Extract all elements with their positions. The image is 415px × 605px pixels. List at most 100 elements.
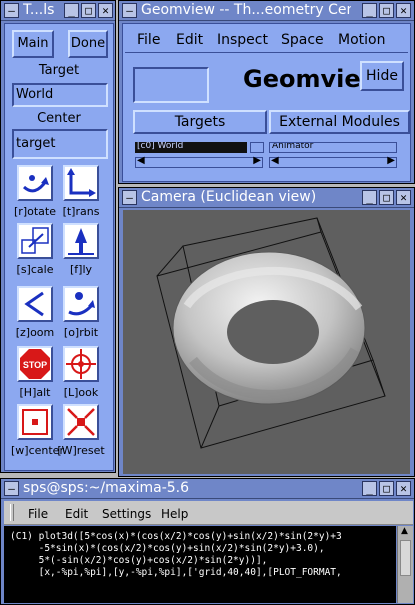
tool-caption: [o]rbit: [63, 326, 99, 339]
terminal-grip: [10, 504, 14, 521]
camera-titlebar[interactable]: – Camera (Euclidean view) _ □ ✕: [119, 188, 414, 208]
minimize-icon[interactable]: _: [64, 3, 79, 18]
tool-fly-button[interactable]: [63, 223, 99, 259]
maximize-icon[interactable]: □: [379, 190, 394, 205]
torus-surface: [172, 251, 366, 405]
hide-button[interactable]: Hide: [360, 61, 404, 91]
tool-look-button[interactable]: [63, 346, 99, 382]
modules-hscrollbar[interactable]: ◀ ▶: [269, 155, 397, 168]
maximize-icon[interactable]: □: [379, 481, 394, 496]
reset-icon: [65, 408, 97, 442]
tool-translate-button[interactable]: [63, 165, 99, 201]
tool-caption: [W]reset: [57, 444, 105, 457]
terminal-titlebar[interactable]: – sps@sps:~/maxima-5.6 _ □ ✕: [1, 479, 414, 499]
terminal-title: sps@sps:~/maxima-5.6: [23, 480, 190, 496]
geomview-title: Geomview -- Th...eometry Center: [141, 2, 351, 18]
menu-space[interactable]: Space: [281, 32, 324, 48]
scroll-left-icon[interactable]: ◀: [271, 155, 279, 166]
terminal-line: (C1) plot3d([5*cos(x)*(cos(x/2)*cos(y)+s…: [10, 531, 342, 542]
tab-external-modules[interactable]: External Modules: [269, 110, 410, 134]
tool-orbit-button[interactable]: [63, 286, 99, 322]
tool-reset-button[interactable]: [63, 404, 99, 440]
scroll-up-icon[interactable]: ▲: [401, 526, 408, 536]
terminal-output[interactable]: (C1) plot3d([5*cos(x)*(cos(x/2)*cos(y)+s…: [4, 526, 396, 603]
translate-icon: [65, 168, 97, 203]
window-menu-icon[interactable]: –: [4, 481, 19, 496]
scroll-right-icon[interactable]: ▶: [387, 155, 395, 166]
terminal-menubar: File Edit Settings Help: [4, 501, 413, 525]
tool-caption: [H]alt: [19, 386, 51, 399]
tool-caption: [s]cale: [16, 263, 54, 276]
camera-window: – Camera (Euclidean view) _ □ ✕: [118, 187, 415, 477]
close-icon[interactable]: ✕: [396, 481, 411, 496]
targets-list-selected: [c0] World: [137, 142, 184, 151]
camera-viewport[interactable]: [123, 210, 410, 474]
modules-list-item: Animator: [272, 142, 314, 151]
svg-text:STOP: STOP: [23, 360, 47, 370]
target-label: Target: [38, 63, 80, 78]
terminal-menu-file[interactable]: File: [28, 507, 48, 521]
rotate-icon: [19, 175, 51, 203]
main-button[interactable]: Main: [12, 30, 54, 58]
scroll-thumb[interactable]: [400, 540, 411, 576]
targets-list-scroll-button[interactable]: [250, 142, 264, 153]
maximize-icon[interactable]: □: [81, 3, 96, 18]
close-icon[interactable]: ✕: [396, 190, 411, 205]
zoom-icon: [19, 291, 51, 324]
terminal-line: 5*(-sin(x/2)*cos(y)+cos(x/2)*sin(2*y))],: [10, 555, 268, 566]
scroll-left-icon[interactable]: ◀: [137, 155, 145, 166]
close-icon[interactable]: ✕: [396, 3, 411, 18]
tools-titlebar[interactable]: – T...ls _ □ ✕: [1, 1, 115, 21]
maximize-icon[interactable]: □: [379, 3, 394, 18]
center-field[interactable]: target: [12, 129, 108, 159]
target-field[interactable]: World: [12, 83, 108, 107]
tool-caption: [t]rans: [62, 205, 100, 218]
camera-title: Camera (Euclidean view): [141, 189, 317, 205]
torus-scene: [156, 217, 386, 449]
terminal-window: – sps@sps:~/maxima-5.6 _ □ ✕ File Edit S…: [0, 478, 415, 605]
tools-window: – T...ls _ □ ✕ Main Done Target World Ce…: [0, 0, 116, 473]
menu-file[interactable]: File: [137, 32, 160, 48]
minimize-icon[interactable]: _: [362, 190, 377, 205]
terminal-menu-help[interactable]: Help: [161, 507, 188, 521]
terminal-scrollbar[interactable]: ▲: [397, 526, 413, 603]
minimize-icon[interactable]: _: [362, 3, 377, 18]
modules-list[interactable]: Animator: [269, 142, 397, 153]
menu-inspect[interactable]: Inspect: [217, 32, 268, 48]
tools-title: T...ls: [23, 2, 55, 18]
geomview-logo-box: [133, 67, 209, 103]
tool-zoom-button[interactable]: [17, 286, 53, 322]
geomview-titlebar[interactable]: – Geomview -- Th...eometry Center _ □ ✕: [119, 1, 414, 21]
tool-stop-button[interactable]: STOP: [17, 346, 53, 382]
fly-icon: [65, 228, 97, 261]
targets-list[interactable]: [c0] World: [135, 142, 247, 153]
center-icon: [19, 409, 51, 442]
terminal-menu-settings[interactable]: Settings: [102, 507, 151, 521]
tool-caption: [w]center: [11, 444, 64, 457]
window-menu-icon[interactable]: –: [4, 3, 19, 18]
minimize-icon[interactable]: _: [362, 481, 377, 496]
scroll-right-icon[interactable]: ▶: [253, 155, 261, 166]
menu-edit[interactable]: Edit: [176, 32, 203, 48]
done-button[interactable]: Done: [68, 30, 108, 58]
window-menu-icon[interactable]: –: [122, 190, 137, 205]
terminal-line: [x,-%pi,%pi],[y,-%pi,%pi],['grid,40,40],…: [10, 567, 342, 578]
terminal-menu-edit[interactable]: Edit: [65, 507, 88, 521]
tool-caption: [f]ly: [69, 263, 93, 276]
targets-hscrollbar[interactable]: ◀ ▶: [135, 155, 263, 168]
tool-caption: [z]oom: [15, 326, 55, 339]
geomview-window: – Geomview -- Th...eometry Center _ □ ✕ …: [118, 0, 415, 184]
menu-motion[interactable]: Motion: [338, 32, 385, 48]
tab-targets[interactable]: Targets: [133, 110, 267, 134]
center-label: Center: [37, 111, 81, 126]
stop-icon: STOP: [19, 349, 51, 384]
tool-scale-button[interactable]: [17, 223, 53, 259]
scale-icon: [19, 227, 51, 261]
tool-rotate-button[interactable]: [17, 165, 53, 201]
close-icon[interactable]: ✕: [98, 3, 113, 18]
orbit-icon: [65, 292, 97, 324]
geomview-menubar: File Edit Inspect Space Motion: [125, 27, 408, 53]
tool-center-button[interactable]: [17, 404, 53, 440]
window-menu-icon[interactable]: –: [122, 3, 137, 18]
look-icon: [65, 349, 97, 384]
